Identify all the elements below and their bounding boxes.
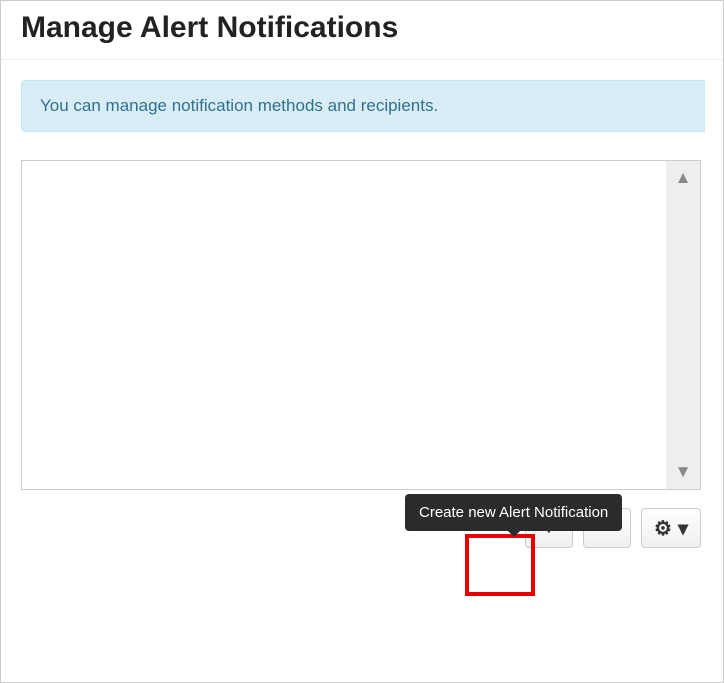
scroll-down-icon[interactable]: ▼ (666, 459, 700, 485)
header: Manage Alert Notifications (1, 1, 723, 59)
settings-button[interactable]: ⚙ ▾ (641, 508, 701, 548)
info-text: You can manage notification methods and … (40, 96, 438, 115)
gear-icon: ⚙ (654, 516, 672, 541)
tooltip-add: Create new Alert Notification (405, 494, 622, 531)
scrollbar[interactable]: ▲ ▼ (666, 161, 700, 489)
info-banner: You can manage notification methods and … (21, 80, 705, 132)
notifications-listbox[interactable]: ▲ ▼ (21, 160, 701, 490)
dialog-frame: Manage Alert Notifications You can manag… (0, 0, 724, 683)
panel: ▲ ▼ Create new Alert Notification + − ⚙ (21, 160, 701, 548)
page-title: Manage Alert Notifications (21, 11, 703, 45)
content-area: You can manage notification methods and … (1, 60, 703, 568)
caret-down-icon: ▾ (678, 516, 688, 541)
scroll-up-icon[interactable]: ▲ (666, 165, 700, 191)
tooltip-text: Create new Alert Notification (419, 504, 608, 521)
